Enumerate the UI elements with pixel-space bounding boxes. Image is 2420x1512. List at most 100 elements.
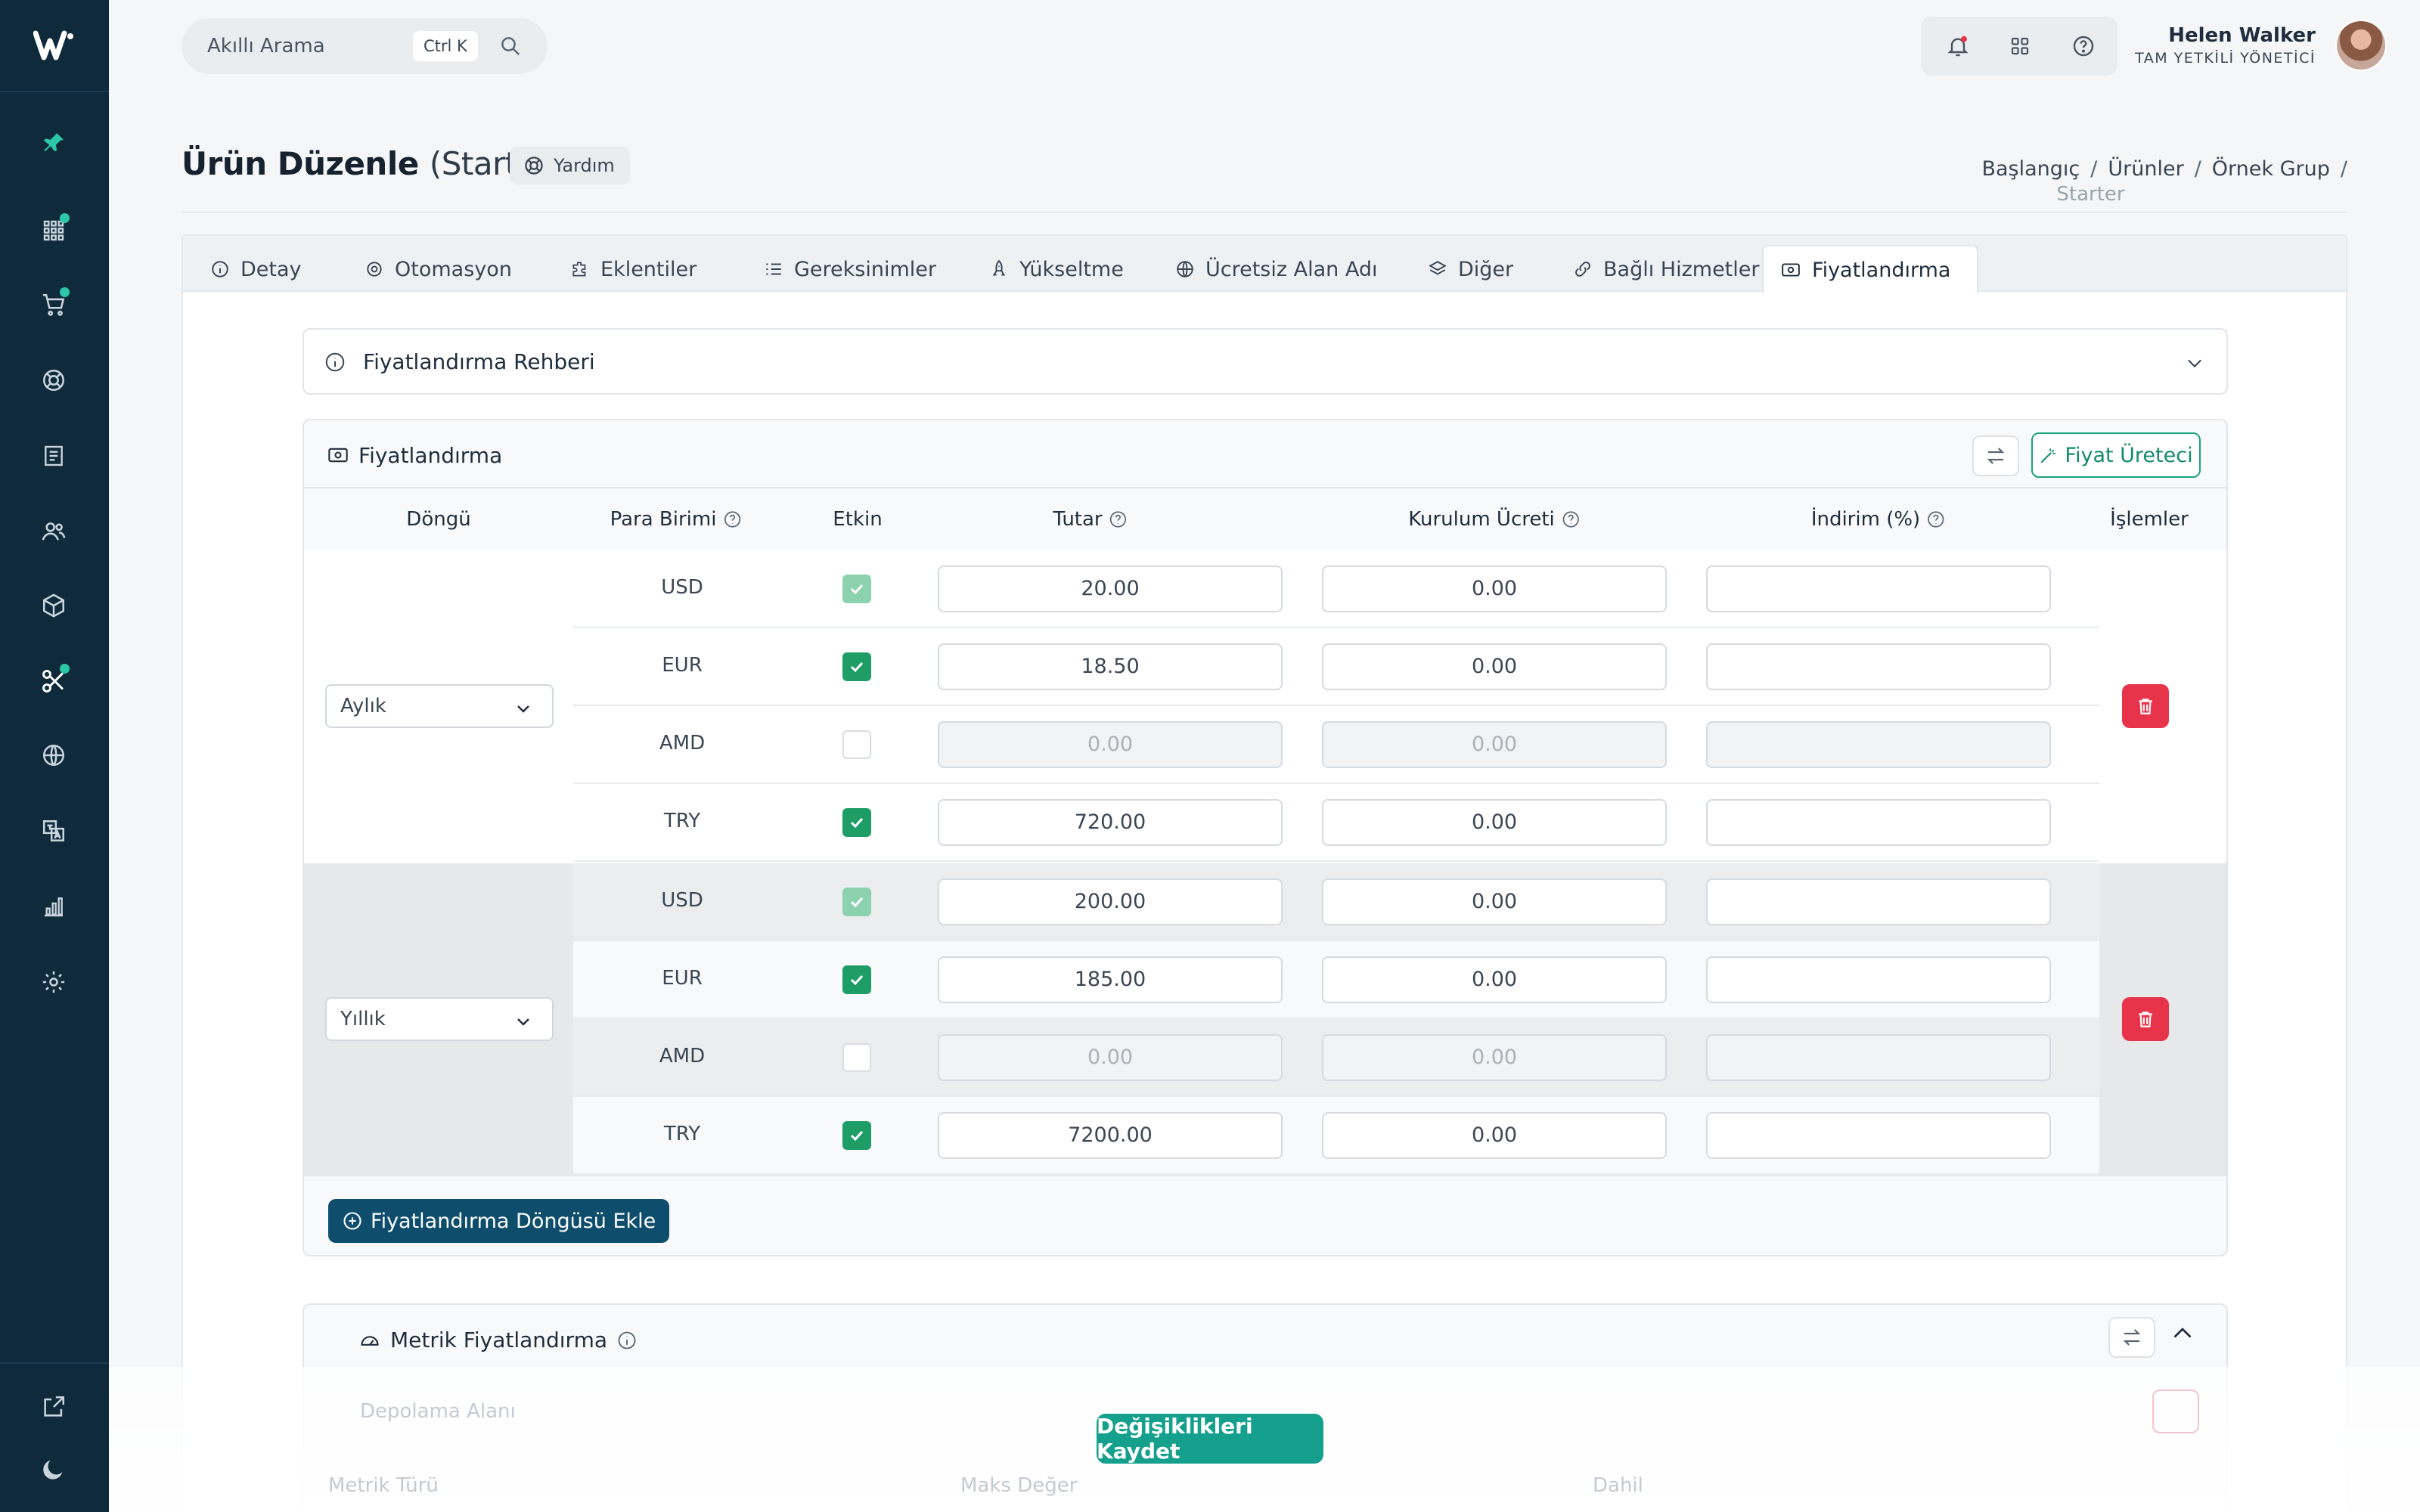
enabled-checkbox[interactable] (842, 730, 871, 759)
price-row: TRY 720.00 0.00 (573, 784, 2099, 862)
amount-input[interactable]: 200.00 (938, 878, 1283, 925)
metric-swap-button[interactable] (2108, 1317, 2155, 1358)
pricing-guide-accordion[interactable]: Fiyatlandırma Rehberi (302, 328, 2228, 395)
nav-translate[interactable] (32, 809, 76, 853)
breadcrumb: Başlangıç / Ürünler / Örnek Grup / Starter (1981, 157, 2347, 206)
tab-label: Fiyatlandırma (1812, 258, 1951, 282)
setup-fee-input[interactable]: 0.00 (1322, 799, 1667, 846)
question-icon[interactable] (722, 510, 742, 529)
tab-label: Eklentiler (600, 257, 697, 281)
setup-fee-input[interactable]: 0.00 (1322, 565, 1667, 612)
question-icon[interactable] (1926, 510, 1946, 529)
setup-fee-input[interactable]: 0.00 (1322, 721, 1667, 768)
question-icon[interactable] (1561, 510, 1581, 529)
link-icon (1575, 262, 1590, 277)
theme-toggle[interactable] (32, 1447, 76, 1491)
search-box[interactable]: Akıllı Arama Ctrl K (182, 18, 548, 74)
nav-tools[interactable] (32, 659, 76, 703)
tab-label: Yükseltme (1019, 257, 1124, 281)
discount-input[interactable] (1706, 1112, 2051, 1159)
help-label: Yardım (554, 155, 615, 176)
discount-input[interactable] (1706, 721, 2051, 768)
amount-input[interactable]: 720.00 (938, 799, 1283, 846)
help-button[interactable] (2068, 30, 2099, 62)
enabled-checkbox[interactable] (842, 1121, 871, 1150)
top-header: Akıllı Arama Ctrl K Helen Walker TAM YET… (109, 0, 2420, 92)
tab-label: Diğer (1458, 257, 1514, 281)
tab-linked-services[interactable]: Bağlı Hizmetler (1556, 245, 1776, 293)
amount-input[interactable]: 20.00 (938, 565, 1283, 612)
amount-input[interactable]: 7200.00 (938, 1112, 1283, 1159)
breadcrumb-item[interactable]: Ürünler (2108, 157, 2183, 181)
breadcrumb-item[interactable]: Örnek Grup (2212, 157, 2330, 181)
enabled-checkbox[interactable] (842, 808, 871, 837)
save-changes-button[interactable]: Değişiklikleri Kaydet (1097, 1414, 1323, 1464)
globe-icon (42, 744, 65, 767)
nav-dashboard[interactable] (32, 209, 76, 253)
search-icon[interactable] (499, 35, 522, 57)
enabled-checkbox (842, 888, 871, 916)
setup-fee-input[interactable]: 0.00 (1322, 1034, 1667, 1081)
enabled-checkbox[interactable] (842, 652, 871, 681)
help-pill-button[interactable]: Yardım (510, 147, 630, 184)
delete-cycle-button[interactable] (2122, 997, 2169, 1041)
nav-reports[interactable] (32, 885, 76, 928)
discount-input[interactable] (1706, 565, 2051, 612)
avatar[interactable] (2335, 20, 2387, 71)
users-icon (42, 522, 66, 541)
enabled-checkbox[interactable] (842, 1043, 871, 1072)
delete-cycle-button[interactable] (2122, 684, 2169, 728)
price-generator-button[interactable]: Fiyat Üreteci (2031, 432, 2201, 478)
check-icon (850, 1130, 864, 1142)
tab-addons[interactable]: Eklentiler (554, 245, 713, 293)
add-cycle-button[interactable]: Fiyatlandırma Döngüsü Ekle (328, 1199, 670, 1243)
discount-input[interactable] (1706, 643, 2051, 690)
cycle-select[interactable]: Yıllık (325, 997, 554, 1041)
open-site-button[interactable] (32, 1385, 76, 1429)
chevron-up-icon[interactable] (2169, 1320, 2196, 1347)
notifications-button[interactable] (1942, 30, 1974, 62)
question-icon[interactable] (1109, 510, 1128, 529)
chevron-down-icon[interactable] (2184, 352, 2205, 373)
tab-other[interactable]: Diğer (1411, 245, 1530, 293)
tab-upgrade[interactable]: Yükseltme (973, 245, 1140, 293)
search-input[interactable]: Akıllı Arama (207, 35, 325, 57)
tab-requirements[interactable]: Gereksinimler (747, 245, 953, 293)
setup-fee-input[interactable]: 0.00 (1322, 956, 1667, 1003)
swap-currency-button[interactable] (1972, 435, 2019, 476)
tab-detail[interactable]: Detay (194, 245, 318, 293)
discount-input[interactable] (1706, 799, 2051, 846)
nav-pinned[interactable] (32, 121, 76, 165)
discount-input[interactable] (1706, 1034, 2051, 1081)
amount-input[interactable]: 0.00 (938, 1034, 1283, 1081)
breadcrumb-item[interactable]: Başlangıç (1981, 157, 2080, 181)
nav-invoices[interactable] (32, 434, 76, 478)
apps-button[interactable] (2004, 30, 2036, 62)
tab-bar: Detay Otomasyon Eklentiler Gereksinimler… (183, 236, 2346, 293)
cycle-select[interactable]: Aylık (325, 684, 554, 728)
tab-automation[interactable]: Otomasyon (348, 245, 529, 293)
amount-input[interactable]: 18.50 (938, 643, 1283, 690)
chevron-down-icon (517, 1018, 529, 1026)
check-icon (850, 817, 864, 829)
info-icon[interactable] (616, 1330, 638, 1351)
nav-support[interactable] (32, 358, 76, 402)
user-name[interactable]: Helen Walker (2168, 24, 2316, 47)
setup-fee-input[interactable]: 0.00 (1322, 878, 1667, 925)
nav-clients[interactable] (32, 510, 76, 553)
setup-fee-input[interactable]: 0.00 (1322, 1112, 1667, 1159)
amount-input[interactable]: 0.00 (938, 721, 1283, 768)
discount-input[interactable] (1706, 956, 2051, 1003)
enabled-checkbox[interactable] (842, 965, 871, 994)
tab-label: Otomasyon (395, 257, 512, 281)
nav-orders[interactable] (32, 283, 76, 327)
brand-logo[interactable] (0, 0, 109, 92)
tab-free-domain[interactable]: Ücretsiz Alan Adı (1159, 245, 1394, 293)
setup-fee-input[interactable]: 0.00 (1322, 643, 1667, 690)
amount-input[interactable]: 185.00 (938, 956, 1283, 1003)
discount-input[interactable] (1706, 878, 2051, 925)
tab-pricing[interactable]: Fiyatlandırma (1762, 245, 1978, 293)
nav-settings[interactable] (32, 960, 76, 1004)
nav-domains[interactable] (32, 733, 76, 777)
nav-products[interactable] (32, 584, 76, 627)
